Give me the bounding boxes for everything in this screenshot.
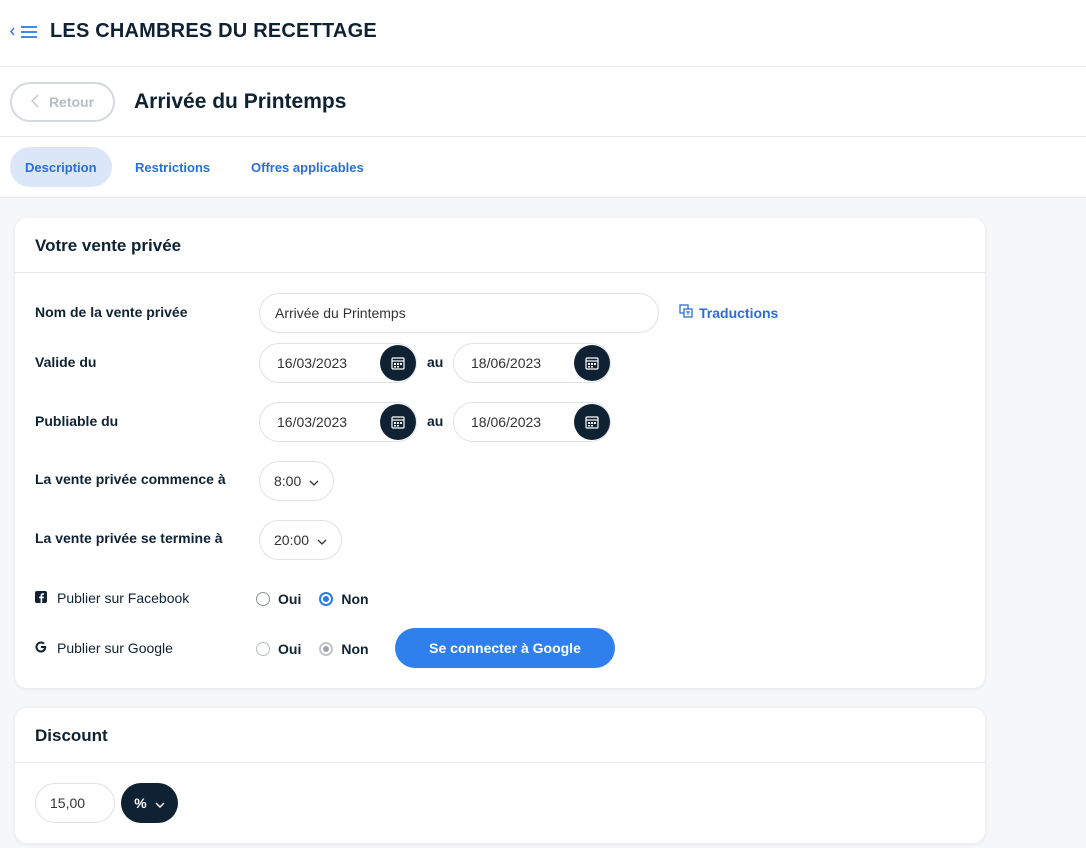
valid-to-field[interactable]: 18/06/2023 (453, 343, 611, 383)
valid-to-value: 18/06/2023 (471, 355, 542, 371)
chevron-down-icon (317, 532, 327, 548)
radio-dot-selected (319, 642, 334, 656)
publishable-from-field[interactable]: 16/03/2023 (259, 402, 417, 442)
chevron-down-icon (309, 473, 319, 489)
discount-unit-value: % (134, 795, 147, 811)
sale-card: Votre vente privée Nom de la vente privé… (15, 218, 985, 688)
translations-label: Traductions (699, 304, 779, 321)
facebook-label: Publier sur Facebook (57, 590, 190, 606)
valid-from-value: 16/03/2023 (277, 355, 348, 371)
end-time-select[interactable]: 20:00 (259, 520, 343, 560)
sale-section-title: Votre vente privée (15, 218, 985, 273)
tab-description[interactable]: Description (10, 147, 112, 187)
discount-section-title: Discount (15, 708, 985, 763)
tab-bar: Description Restrictions Offres applicab… (0, 137, 1086, 198)
publishable-to-value: 18/06/2023 (471, 414, 542, 430)
translations-link[interactable]: Traductions (679, 304, 778, 321)
translate-icon (679, 304, 693, 321)
discount-unit-select[interactable]: % (121, 783, 178, 823)
google-label: Publier sur Google (57, 640, 173, 656)
calendar-icon[interactable] (574, 404, 610, 440)
chevron-down-icon (155, 795, 165, 811)
name-label: Nom de la vente privée (35, 304, 188, 320)
google-no-radio[interactable]: Non (319, 641, 369, 657)
sale-name-input[interactable] (259, 293, 659, 333)
page-header: Retour Arrivée du Printemps (0, 67, 1086, 137)
publishable-to-field[interactable]: 18/06/2023 (453, 402, 611, 442)
publishable-from-value: 16/03/2023 (277, 414, 348, 430)
menu-collapse-icon[interactable] (8, 22, 40, 42)
tab-offres-applicables[interactable]: Offres applicables (236, 147, 379, 187)
publishable-between-label: au (427, 413, 444, 429)
tab-restrictions[interactable]: Restrictions (120, 147, 225, 187)
google-icon (35, 640, 47, 656)
google-no-label: Non (341, 641, 369, 657)
calendar-icon[interactable] (380, 404, 416, 440)
valid-label: Valide du (35, 354, 97, 370)
back-button[interactable]: Retour (10, 82, 115, 122)
connect-google-button[interactable]: Se connecter à Google (395, 628, 615, 668)
facebook-icon (35, 590, 47, 606)
google-row-label: Publier sur Google (35, 640, 173, 656)
start-time-value: 8:00 (274, 473, 302, 489)
start-time-label: La vente privée commence à (35, 471, 226, 487)
discount-card: Discount % (15, 708, 985, 843)
radio-dot (256, 642, 270, 656)
end-time-value: 20:00 (274, 532, 310, 548)
valid-between-label: au (427, 354, 444, 370)
facebook-no-label: Non (341, 591, 369, 607)
top-bar: LES CHAMBRES DU RECETTAGE (0, 0, 1086, 67)
back-button-label: Retour (48, 94, 95, 110)
discount-value-input[interactable] (35, 783, 115, 823)
google-yes-radio[interactable]: Oui (256, 641, 301, 657)
publishable-label: Publiable du (35, 413, 119, 429)
facebook-yes-label: Oui (278, 591, 302, 607)
app-title: LES CHAMBRES DU RECETTAGE (50, 20, 377, 42)
page-title: Arrivée du Printemps (134, 90, 347, 113)
facebook-yes-radio[interactable]: Oui (256, 591, 301, 607)
radio-dot-selected (319, 592, 334, 606)
end-time-label: La vente privée se termine à (35, 530, 223, 546)
valid-from-field[interactable]: 16/03/2023 (259, 343, 417, 383)
facebook-radio-group: Oui Non (256, 591, 369, 607)
radio-dot (256, 592, 270, 606)
start-time-select[interactable]: 8:00 (259, 461, 335, 501)
calendar-icon[interactable] (574, 345, 610, 381)
google-yes-label: Oui (278, 641, 302, 657)
facebook-no-radio[interactable]: Non (319, 591, 369, 607)
calendar-icon[interactable] (380, 345, 416, 381)
chevron-left-icon (30, 93, 39, 111)
facebook-row-label: Publier sur Facebook (35, 590, 189, 606)
google-radio-group: Oui Non (256, 641, 369, 657)
